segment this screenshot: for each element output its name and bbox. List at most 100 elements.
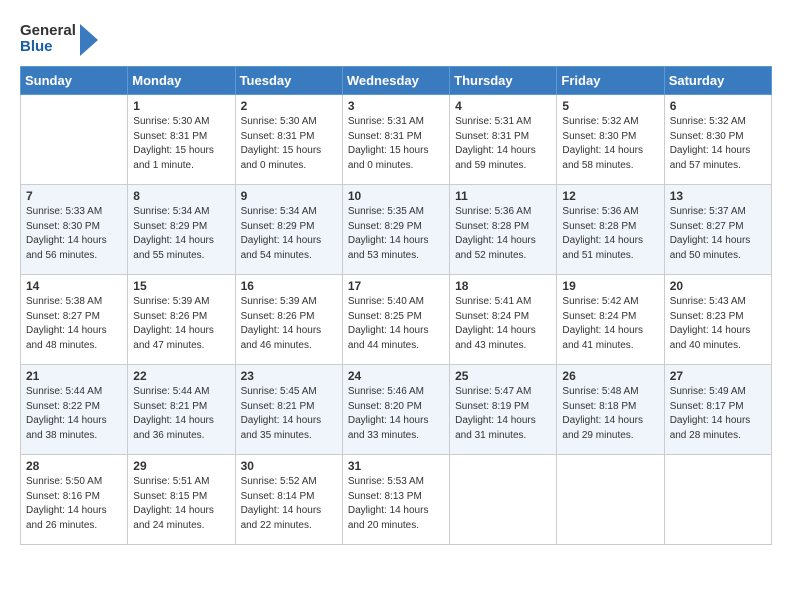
day-info: Sunrise: 5:30 AM Sunset: 8:31 PM Dayligh… (133, 115, 229, 173)
day-info: Sunrise: 5:30 AM Sunset: 8:31 PM Dayligh… (241, 115, 337, 173)
day-header-wednesday: Wednesday (342, 67, 449, 95)
day-number: 17 (348, 279, 444, 293)
day-info: Sunrise: 5:31 AM Sunset: 8:31 PM Dayligh… (455, 115, 551, 173)
day-info: Sunrise: 5:50 AM Sunset: 8:16 PM Dayligh… (26, 475, 122, 533)
calendar-cell: 1 Sunrise: 5:30 AM Sunset: 8:31 PM Daylig… (128, 95, 235, 185)
day-number: 26 (562, 369, 658, 383)
day-info: Sunrise: 5:32 AM Sunset: 8:30 PM Dayligh… (670, 115, 766, 173)
calendar-cell: 29 Sunrise: 5:51 AM Sunset: 8:15 PM Dayli… (128, 455, 235, 545)
day-number: 21 (26, 369, 122, 383)
day-info: Sunrise: 5:40 AM Sunset: 8:25 PM Dayligh… (348, 295, 444, 353)
calendar-cell: 13 Sunrise: 5:37 AM Sunset: 8:27 PM Dayli… (664, 185, 771, 275)
day-number: 11 (455, 189, 551, 203)
calendar-cell: 26 Sunrise: 5:48 AM Sunset: 8:18 PM Dayli… (557, 365, 664, 455)
day-header-tuesday: Tuesday (235, 67, 342, 95)
day-number: 28 (26, 459, 122, 473)
calendar-cell: 16 Sunrise: 5:39 AM Sunset: 8:26 PM Dayli… (235, 275, 342, 365)
day-info: Sunrise: 5:52 AM Sunset: 8:14 PM Dayligh… (241, 475, 337, 533)
calendar-cell: 12 Sunrise: 5:36 AM Sunset: 8:28 PM Dayli… (557, 185, 664, 275)
calendar-cell: 11 Sunrise: 5:36 AM Sunset: 8:28 PM Dayli… (450, 185, 557, 275)
calendar-cell: 30 Sunrise: 5:52 AM Sunset: 8:14 PM Dayli… (235, 455, 342, 545)
day-info: Sunrise: 5:43 AM Sunset: 8:23 PM Dayligh… (670, 295, 766, 353)
calendar-cell: 22 Sunrise: 5:44 AM Sunset: 8:21 PM Dayli… (128, 365, 235, 455)
day-info: Sunrise: 5:53 AM Sunset: 8:13 PM Dayligh… (348, 475, 444, 533)
day-info: Sunrise: 5:46 AM Sunset: 8:20 PM Dayligh… (348, 385, 444, 443)
day-number: 23 (241, 369, 337, 383)
day-number: 7 (26, 189, 122, 203)
day-number: 16 (241, 279, 337, 293)
day-header-monday: Monday (128, 67, 235, 95)
calendar-cell: 8 Sunrise: 5:34 AM Sunset: 8:29 PM Daylig… (128, 185, 235, 275)
day-number: 18 (455, 279, 551, 293)
day-number: 31 (348, 459, 444, 473)
day-info: Sunrise: 5:39 AM Sunset: 8:26 PM Dayligh… (241, 295, 337, 353)
day-number: 30 (241, 459, 337, 473)
day-number: 29 (133, 459, 229, 473)
day-info: Sunrise: 5:34 AM Sunset: 8:29 PM Dayligh… (241, 205, 337, 263)
calendar-cell: 15 Sunrise: 5:39 AM Sunset: 8:26 PM Dayli… (128, 275, 235, 365)
day-info: Sunrise: 5:38 AM Sunset: 8:27 PM Dayligh… (26, 295, 122, 353)
calendar-cell: 27 Sunrise: 5:49 AM Sunset: 8:17 PM Dayli… (664, 365, 771, 455)
calendar-cell: 6 Sunrise: 5:32 AM Sunset: 8:30 PM Daylig… (664, 95, 771, 185)
day-number: 9 (241, 189, 337, 203)
day-number: 12 (562, 189, 658, 203)
day-number: 1 (133, 99, 229, 113)
day-number: 8 (133, 189, 229, 203)
calendar-cell: 20Sunrise: 5:43 AM Sunset: 8:23 PM Dayli… (664, 275, 771, 365)
day-number: 24 (348, 369, 444, 383)
logo-general: General (20, 23, 76, 40)
calendar-cell: 23Sunrise: 5:45 AM Sunset: 8:21 PM Dayli… (235, 365, 342, 455)
day-number: 15 (133, 279, 229, 293)
calendar-cell: 5 Sunrise: 5:32 AM Sunset: 8:30 PM Daylig… (557, 95, 664, 185)
calendar-cell: 9 Sunrise: 5:34 AM Sunset: 8:29 PM Daylig… (235, 185, 342, 275)
calendar-cell (664, 455, 771, 545)
calendar-cell: 31 Sunrise: 5:53 AM Sunset: 8:13 PM Dayli… (342, 455, 449, 545)
day-info: Sunrise: 5:36 AM Sunset: 8:28 PM Dayligh… (562, 205, 658, 263)
day-info: Sunrise: 5:48 AM Sunset: 8:18 PM Dayligh… (562, 385, 658, 443)
calendar-cell: 25 Sunrise: 5:47 AM Sunset: 8:19 PM Dayli… (450, 365, 557, 455)
calendar-cell: 18 Sunrise: 5:41 AM Sunset: 8:24 PM Dayli… (450, 275, 557, 365)
day-number: 5 (562, 99, 658, 113)
calendar-cell: 28 Sunrise: 5:50 AM Sunset: 8:16 PM Dayli… (21, 455, 128, 545)
day-number: 4 (455, 99, 551, 113)
calendar-cell (557, 455, 664, 545)
day-info: Sunrise: 5:34 AM Sunset: 8:29 PM Dayligh… (133, 205, 229, 263)
day-header-thursday: Thursday (450, 67, 557, 95)
day-number: 27 (670, 369, 766, 383)
calendar-cell: 2Sunrise: 5:30 AM Sunset: 8:31 PM Daylig… (235, 95, 342, 185)
logo-blue: Blue (20, 39, 76, 56)
day-info: Sunrise: 5:39 AM Sunset: 8:26 PM Dayligh… (133, 295, 229, 353)
calendar-table: SundayMondayTuesdayWednesdayThursdayFrid… (20, 66, 772, 545)
day-number: 13 (670, 189, 766, 203)
calendar-cell: 7 Sunrise: 5:33 AM Sunset: 8:30 PM Daylig… (21, 185, 128, 275)
day-info: Sunrise: 5:32 AM Sunset: 8:30 PM Dayligh… (562, 115, 658, 173)
day-header-saturday: Saturday (664, 67, 771, 95)
calendar-cell: 3 Sunrise: 5:31 AM Sunset: 8:31 PM Daylig… (342, 95, 449, 185)
day-info: Sunrise: 5:44 AM Sunset: 8:21 PM Dayligh… (133, 385, 229, 443)
day-info: Sunrise: 5:44 AM Sunset: 8:22 PM Dayligh… (26, 385, 122, 443)
day-number: 22 (133, 369, 229, 383)
day-info: Sunrise: 5:35 AM Sunset: 8:29 PM Dayligh… (348, 205, 444, 263)
calendar-cell: 21 Sunrise: 5:44 AM Sunset: 8:22 PM Dayli… (21, 365, 128, 455)
day-info: Sunrise: 5:47 AM Sunset: 8:19 PM Dayligh… (455, 385, 551, 443)
calendar-cell (21, 95, 128, 185)
calendar-cell: 4 Sunrise: 5:31 AM Sunset: 8:31 PM Daylig… (450, 95, 557, 185)
day-info: Sunrise: 5:49 AM Sunset: 8:17 PM Dayligh… (670, 385, 766, 443)
day-info: Sunrise: 5:31 AM Sunset: 8:31 PM Dayligh… (348, 115, 444, 173)
day-info: Sunrise: 5:51 AM Sunset: 8:15 PM Dayligh… (133, 475, 229, 533)
logo: General Blue (20, 20, 100, 58)
day-header-friday: Friday (557, 67, 664, 95)
day-info: Sunrise: 5:33 AM Sunset: 8:30 PM Dayligh… (26, 205, 122, 263)
day-number: 19 (562, 279, 658, 293)
day-number: 25 (455, 369, 551, 383)
day-info: Sunrise: 5:42 AM Sunset: 8:24 PM Dayligh… (562, 295, 658, 353)
logo-triangle-icon (78, 20, 100, 58)
day-info: Sunrise: 5:36 AM Sunset: 8:28 PM Dayligh… (455, 205, 551, 263)
day-info: Sunrise: 5:41 AM Sunset: 8:24 PM Dayligh… (455, 295, 551, 353)
day-number: 3 (348, 99, 444, 113)
day-number: 10 (348, 189, 444, 203)
day-number: 6 (670, 99, 766, 113)
day-info: Sunrise: 5:37 AM Sunset: 8:27 PM Dayligh… (670, 205, 766, 263)
day-header-sunday: Sunday (21, 67, 128, 95)
header: General Blue (20, 20, 772, 58)
